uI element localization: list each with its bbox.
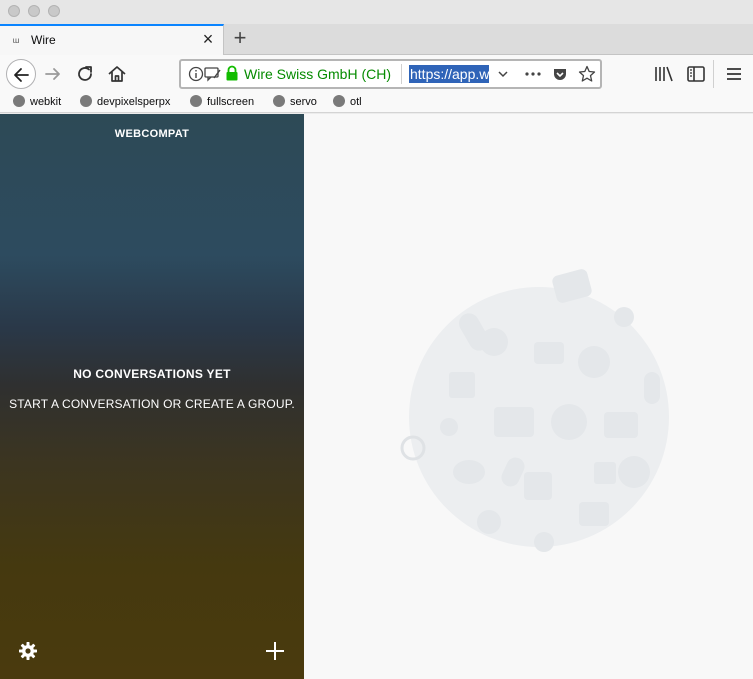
start-conversation-plus-icon[interactable] [264, 640, 286, 662]
permissions-icon[interactable] [204, 66, 222, 82]
tab-title: Wire [31, 33, 56, 47]
bookmark-webkit[interactable]: webkit [13, 95, 61, 108]
minimize-window-button[interactable] [28, 5, 40, 17]
bookmark-devpixelsperpx[interactable]: devpixelsperpx [80, 95, 170, 108]
bookmarks-toolbar: webkit devpixelsperpx fullscreen servo o… [0, 93, 753, 113]
team-name[interactable]: WEBCOMPAT [0, 128, 304, 140]
window-titlebar [0, 0, 753, 24]
url-bar[interactable]: Wire Swiss GmbH (CH) https://app.wire.co… [179, 59, 602, 89]
page-actions-icon[interactable] [524, 67, 542, 81]
back-button[interactable] [6, 59, 36, 89]
library-icon[interactable] [653, 63, 675, 85]
main-content [304, 114, 753, 679]
navigation-toolbar: Wire Swiss GmbH (CH) https://app.wire.co… [0, 55, 753, 93]
bookmark-label: otl [350, 96, 362, 108]
settings-gear-icon[interactable] [18, 641, 38, 661]
url-input[interactable]: https://app.wire.com [409, 65, 489, 83]
reload-icon[interactable] [74, 63, 96, 85]
bookmark-label: webkit [30, 96, 62, 108]
zoom-window-button[interactable] [48, 5, 60, 17]
new-tab-button[interactable]: + [229, 27, 251, 49]
back-arrow-icon [14, 68, 29, 82]
forward-arrow-icon[interactable] [42, 63, 64, 85]
tab-close-icon[interactable]: × [199, 30, 217, 48]
tab-strip: ɯ Wire × + [0, 24, 753, 55]
globe-icon [80, 95, 92, 107]
hamburger-menu-icon[interactable] [723, 63, 745, 85]
globe-icon [333, 95, 345, 107]
globe-icon [190, 95, 202, 107]
empty-state-title: NO CONVERSATIONS YET [73, 367, 231, 381]
chevron-down-icon[interactable] [497, 68, 509, 80]
conversations-illustration [400, 269, 669, 552]
site-identity-label[interactable]: Wire Swiss GmbH (CH) [244, 66, 391, 82]
pocket-icon[interactable] [552, 66, 568, 82]
close-window-button[interactable] [8, 5, 20, 17]
url-separator [401, 64, 402, 84]
empty-state-subtitle: START A CONVERSATION OR CREATE A GROUP. [9, 397, 295, 411]
globe-icon [273, 95, 285, 107]
lock-icon[interactable] [225, 65, 239, 82]
bookmark-star-icon[interactable] [578, 65, 596, 83]
info-icon[interactable] [188, 66, 204, 82]
toolbar-divider [713, 60, 714, 88]
globe-icon [13, 95, 25, 107]
bookmark-label: fullscreen [207, 96, 255, 108]
home-icon[interactable] [106, 63, 128, 85]
bookmark-fullscreen[interactable]: fullscreen [190, 95, 254, 108]
conversation-sidebar: WEBCOMPAT NO CONVERSATIONS YET START A C… [0, 114, 304, 679]
bookmark-label: devpixelsperpx [97, 96, 171, 108]
sidebar-toggle-icon[interactable] [685, 63, 707, 85]
bookmark-servo[interactable]: servo [273, 95, 317, 108]
wire-favicon-icon: ɯ [12, 36, 20, 45]
tab-wire[interactable]: ɯ Wire × [0, 24, 224, 55]
bookmark-otl[interactable]: otl [333, 95, 362, 108]
bookmark-label: servo [290, 96, 317, 108]
